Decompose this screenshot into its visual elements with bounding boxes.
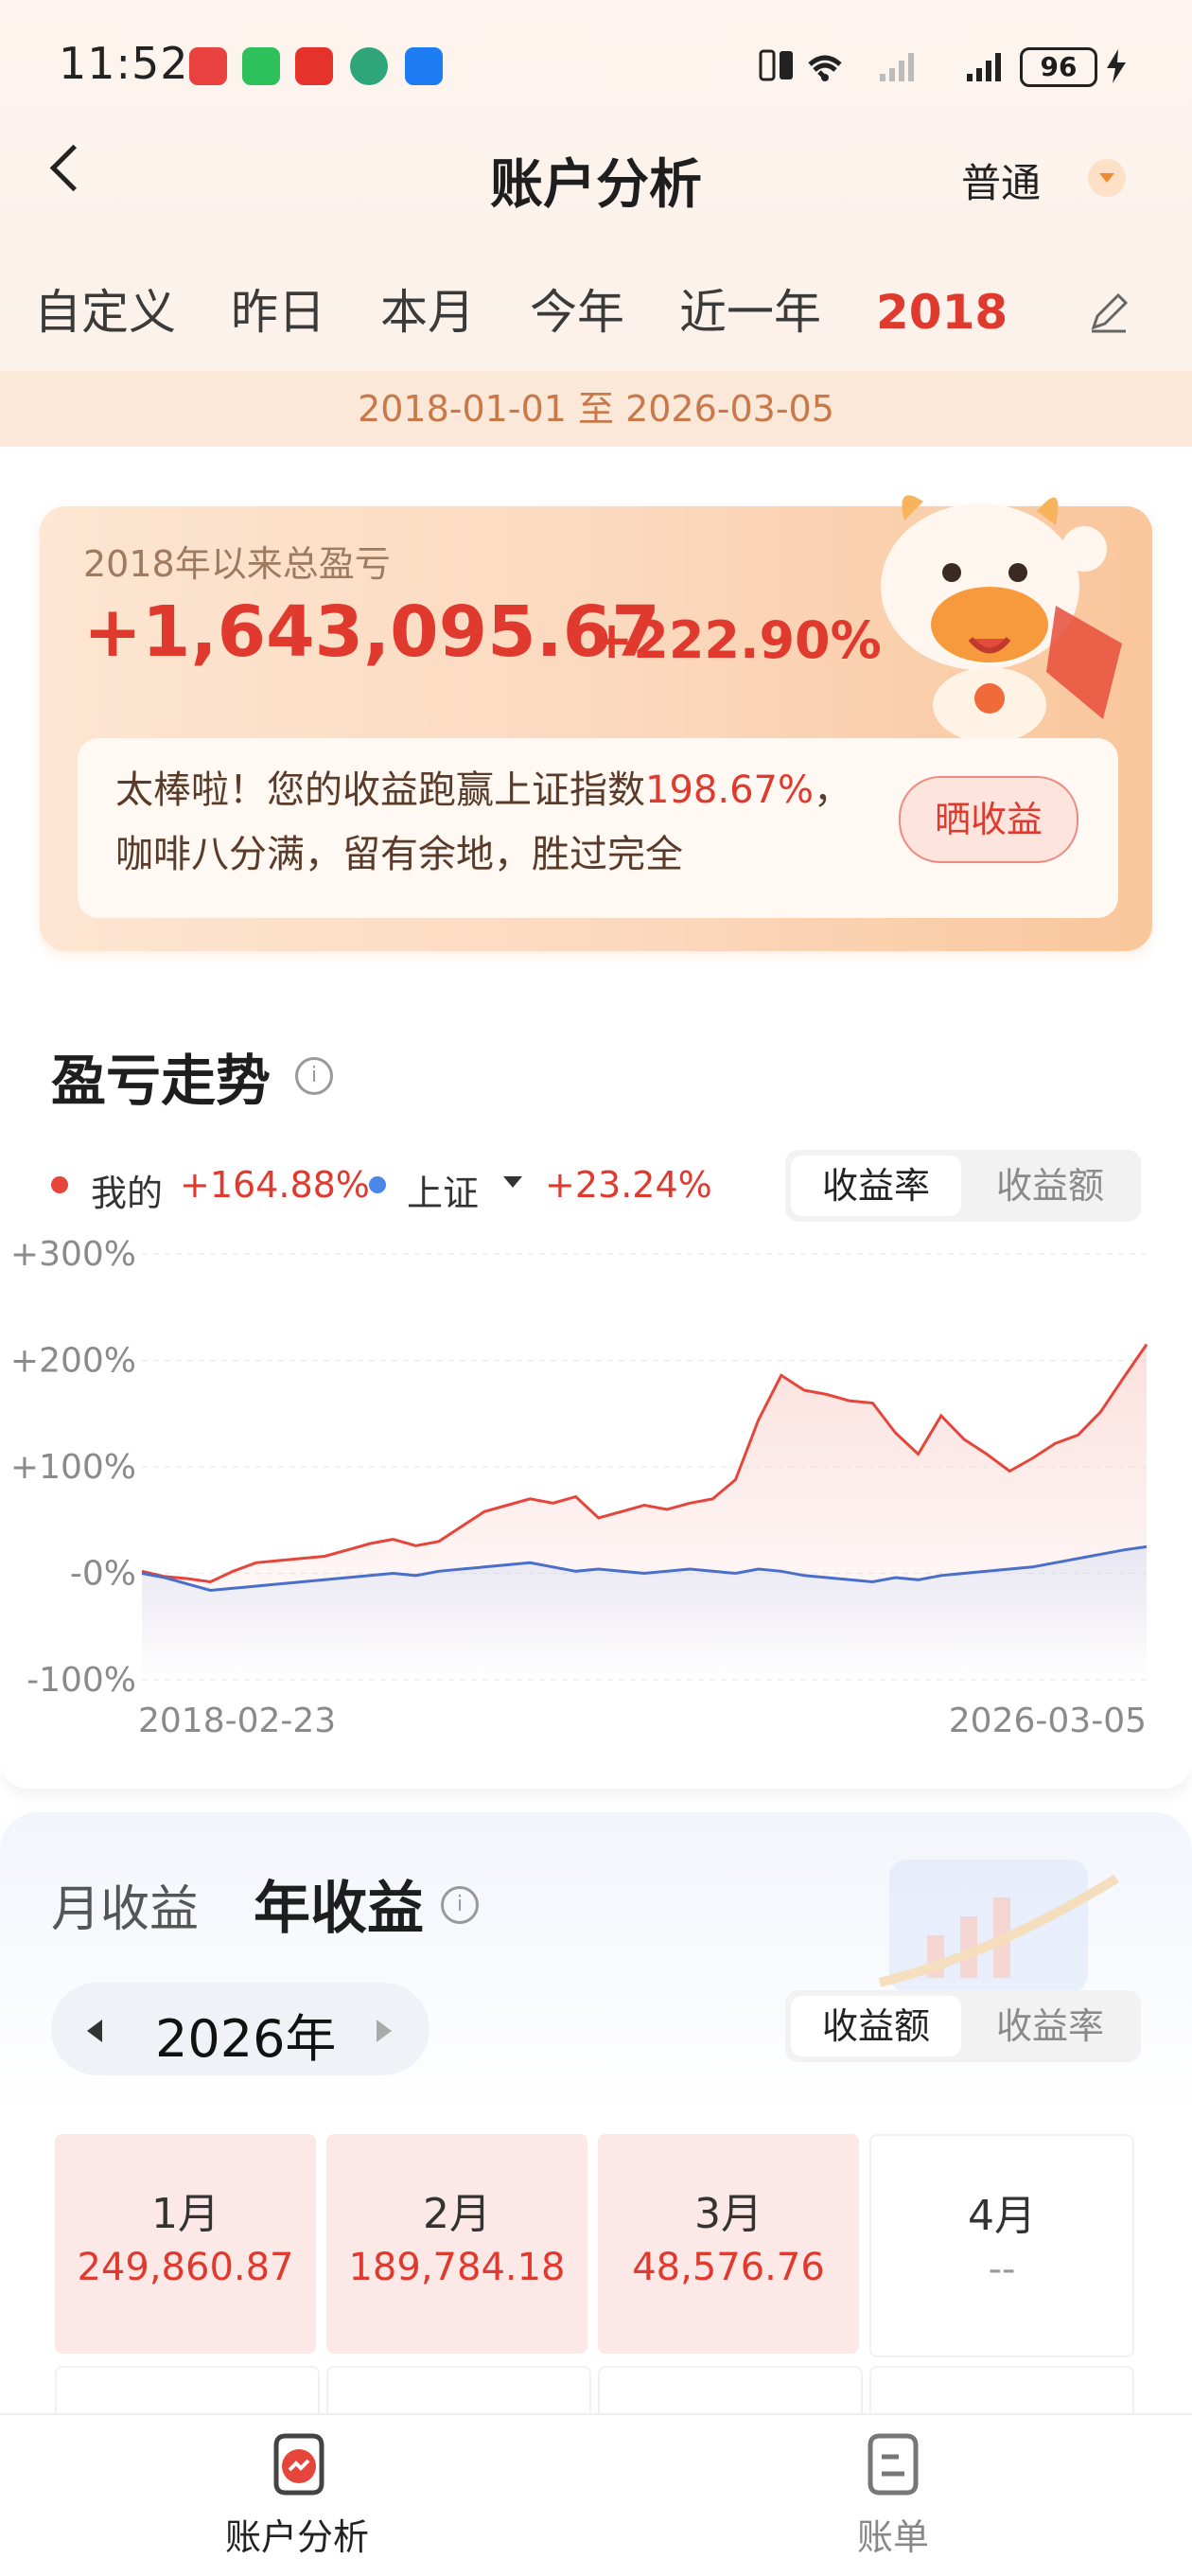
selected-year: 2026年 [155, 2009, 337, 2069]
next-year-icon[interactable] [377, 2020, 392, 2042]
legend-mine-label: 我的 [91, 1173, 164, 1214]
month-cell-feb[interactable]: 2月 189,784.18 [326, 2134, 587, 2354]
tab-since-2018[interactable]: 2018 [876, 285, 1008, 340]
signal-wifi-icons [759, 49, 1001, 81]
month-cell-mar[interactable]: 3月 48,576.76 [598, 2134, 859, 2354]
alipay-icon [405, 47, 443, 85]
total-profit-percent: +222.90% [590, 610, 882, 670]
nav-bill-label[interactable]: 账单 [798, 2508, 988, 2560]
status-time: 11:52 [59, 38, 189, 89]
wechat-icon [242, 47, 280, 85]
summary-label: 2018年以来总盈亏 [83, 543, 391, 585]
charging-icon [1107, 49, 1126, 83]
battery-indicator: 96 [1020, 47, 1097, 87]
period-tabs: 自定义 昨日 本月 今年 近一年 2018 [0, 274, 1069, 350]
cow-mascot-icon [881, 495, 1122, 738]
tab-yesterday[interactable]: 昨日 [231, 274, 325, 343]
y-tick-label: -100% [26, 1661, 136, 1700]
month-cell-jan[interactable]: 1月 249,860.87 [55, 2134, 316, 2354]
index-dropdown-icon[interactable] [503, 1176, 522, 1188]
info-icon[interactable]: i [295, 1057, 333, 1095]
month-label: 2月 [423, 2190, 491, 2238]
y-tick-label: +100% [10, 1448, 136, 1487]
month-value: -- [988, 2248, 1016, 2291]
info-icon[interactable]: i [441, 1886, 479, 1924]
account-mode-label[interactable]: 普通 [961, 151, 1041, 209]
toggle-return-rate[interactable]: 收益率 [791, 1156, 961, 1216]
toggle-profit-rate[interactable]: 收益率 [965, 1996, 1135, 2056]
month-label: 4月 [968, 2192, 1036, 2240]
x-end-label: 2026-03-05 [949, 1702, 1147, 1740]
analysis-nav-icon[interactable] [267, 2432, 331, 2497]
y-tick-label: +200% [10, 1342, 136, 1381]
decorative-chart-icon [878, 1860, 1119, 1992]
message-outperform-percent: 198.67% [645, 768, 814, 812]
total-profit-amount: +1,643,095.67 [83, 591, 660, 673]
bottom-nav [0, 2413, 1192, 2576]
bill-nav-icon[interactable] [861, 2432, 925, 2497]
month-value: 249,860.87 [77, 2246, 294, 2289]
legend-index-value: +23.24% [545, 1164, 712, 1206]
edit-icon[interactable] [1080, 284, 1137, 341]
share-profit-button[interactable]: 晒收益 [899, 776, 1078, 863]
message-line2: 咖啡八分满，留有余地，胜过完全 [115, 833, 683, 876]
trend-title: 盈亏走势 [51, 1049, 272, 1113]
month-label: 3月 [694, 2190, 763, 2238]
message-prefix: 太棒啦！您的收益跑赢上证指数 [115, 768, 645, 812]
month-cell-apr[interactable]: 4月 -- [869, 2134, 1134, 2357]
huawei-app-icon [189, 47, 227, 85]
trend-metric-toggle: 收益率 收益额 [785, 1150, 1141, 1222]
tab-custom[interactable]: 自定义 [34, 274, 176, 343]
toggle-return-amount[interactable]: 收益额 [965, 1156, 1135, 1216]
y-tick-label: -0% [70, 1555, 136, 1594]
month-value: 48,576.76 [632, 2246, 825, 2289]
chevron-down-icon[interactable] [1088, 159, 1126, 197]
prev-year-icon[interactable] [87, 2020, 102, 2042]
y-tick-label: +300% [10, 1235, 136, 1274]
tab-last-year[interactable]: 近一年 [679, 274, 821, 343]
trend-chart: +300% +200% +100% -0% -100% 2018-02-23 2026-… [10, 1235, 1148, 1740]
bank-app-icon [350, 47, 388, 85]
month-value: 189,784.18 [348, 2246, 566, 2289]
message-line1: 太棒啦！您的收益跑赢上证指数198.67%， [115, 759, 851, 814]
nav-analysis-label[interactable]: 账户分析 [202, 2508, 392, 2560]
date-range: 2018-01-01 至 2026-03-05 [0, 371, 1192, 447]
mine-legend-dot [51, 1176, 68, 1193]
x-start-label: 2018-02-23 [138, 1702, 336, 1740]
tab-this-year[interactable]: 今年 [530, 274, 624, 343]
legend-mine-value: +164.88% [180, 1164, 370, 1206]
trend-card-edge [0, 1760, 1192, 1789]
tab-monthly-profit[interactable]: 月收益 [51, 1869, 199, 1940]
message-suffix: ， [813, 768, 851, 812]
legend-index-label[interactable]: 上证 [407, 1164, 479, 1216]
index-legend-dot [369, 1176, 386, 1193]
toggle-profit-amount[interactable]: 收益额 [791, 1996, 961, 2056]
tab-yearly-profit[interactable]: 年收益 [254, 1862, 424, 1945]
yearly-metric-toggle: 收益额 收益率 [785, 1990, 1141, 2062]
tab-this-month[interactable]: 本月 [380, 274, 475, 343]
month-label: 1月 [151, 2190, 219, 2238]
netease-music-icon [295, 47, 333, 85]
